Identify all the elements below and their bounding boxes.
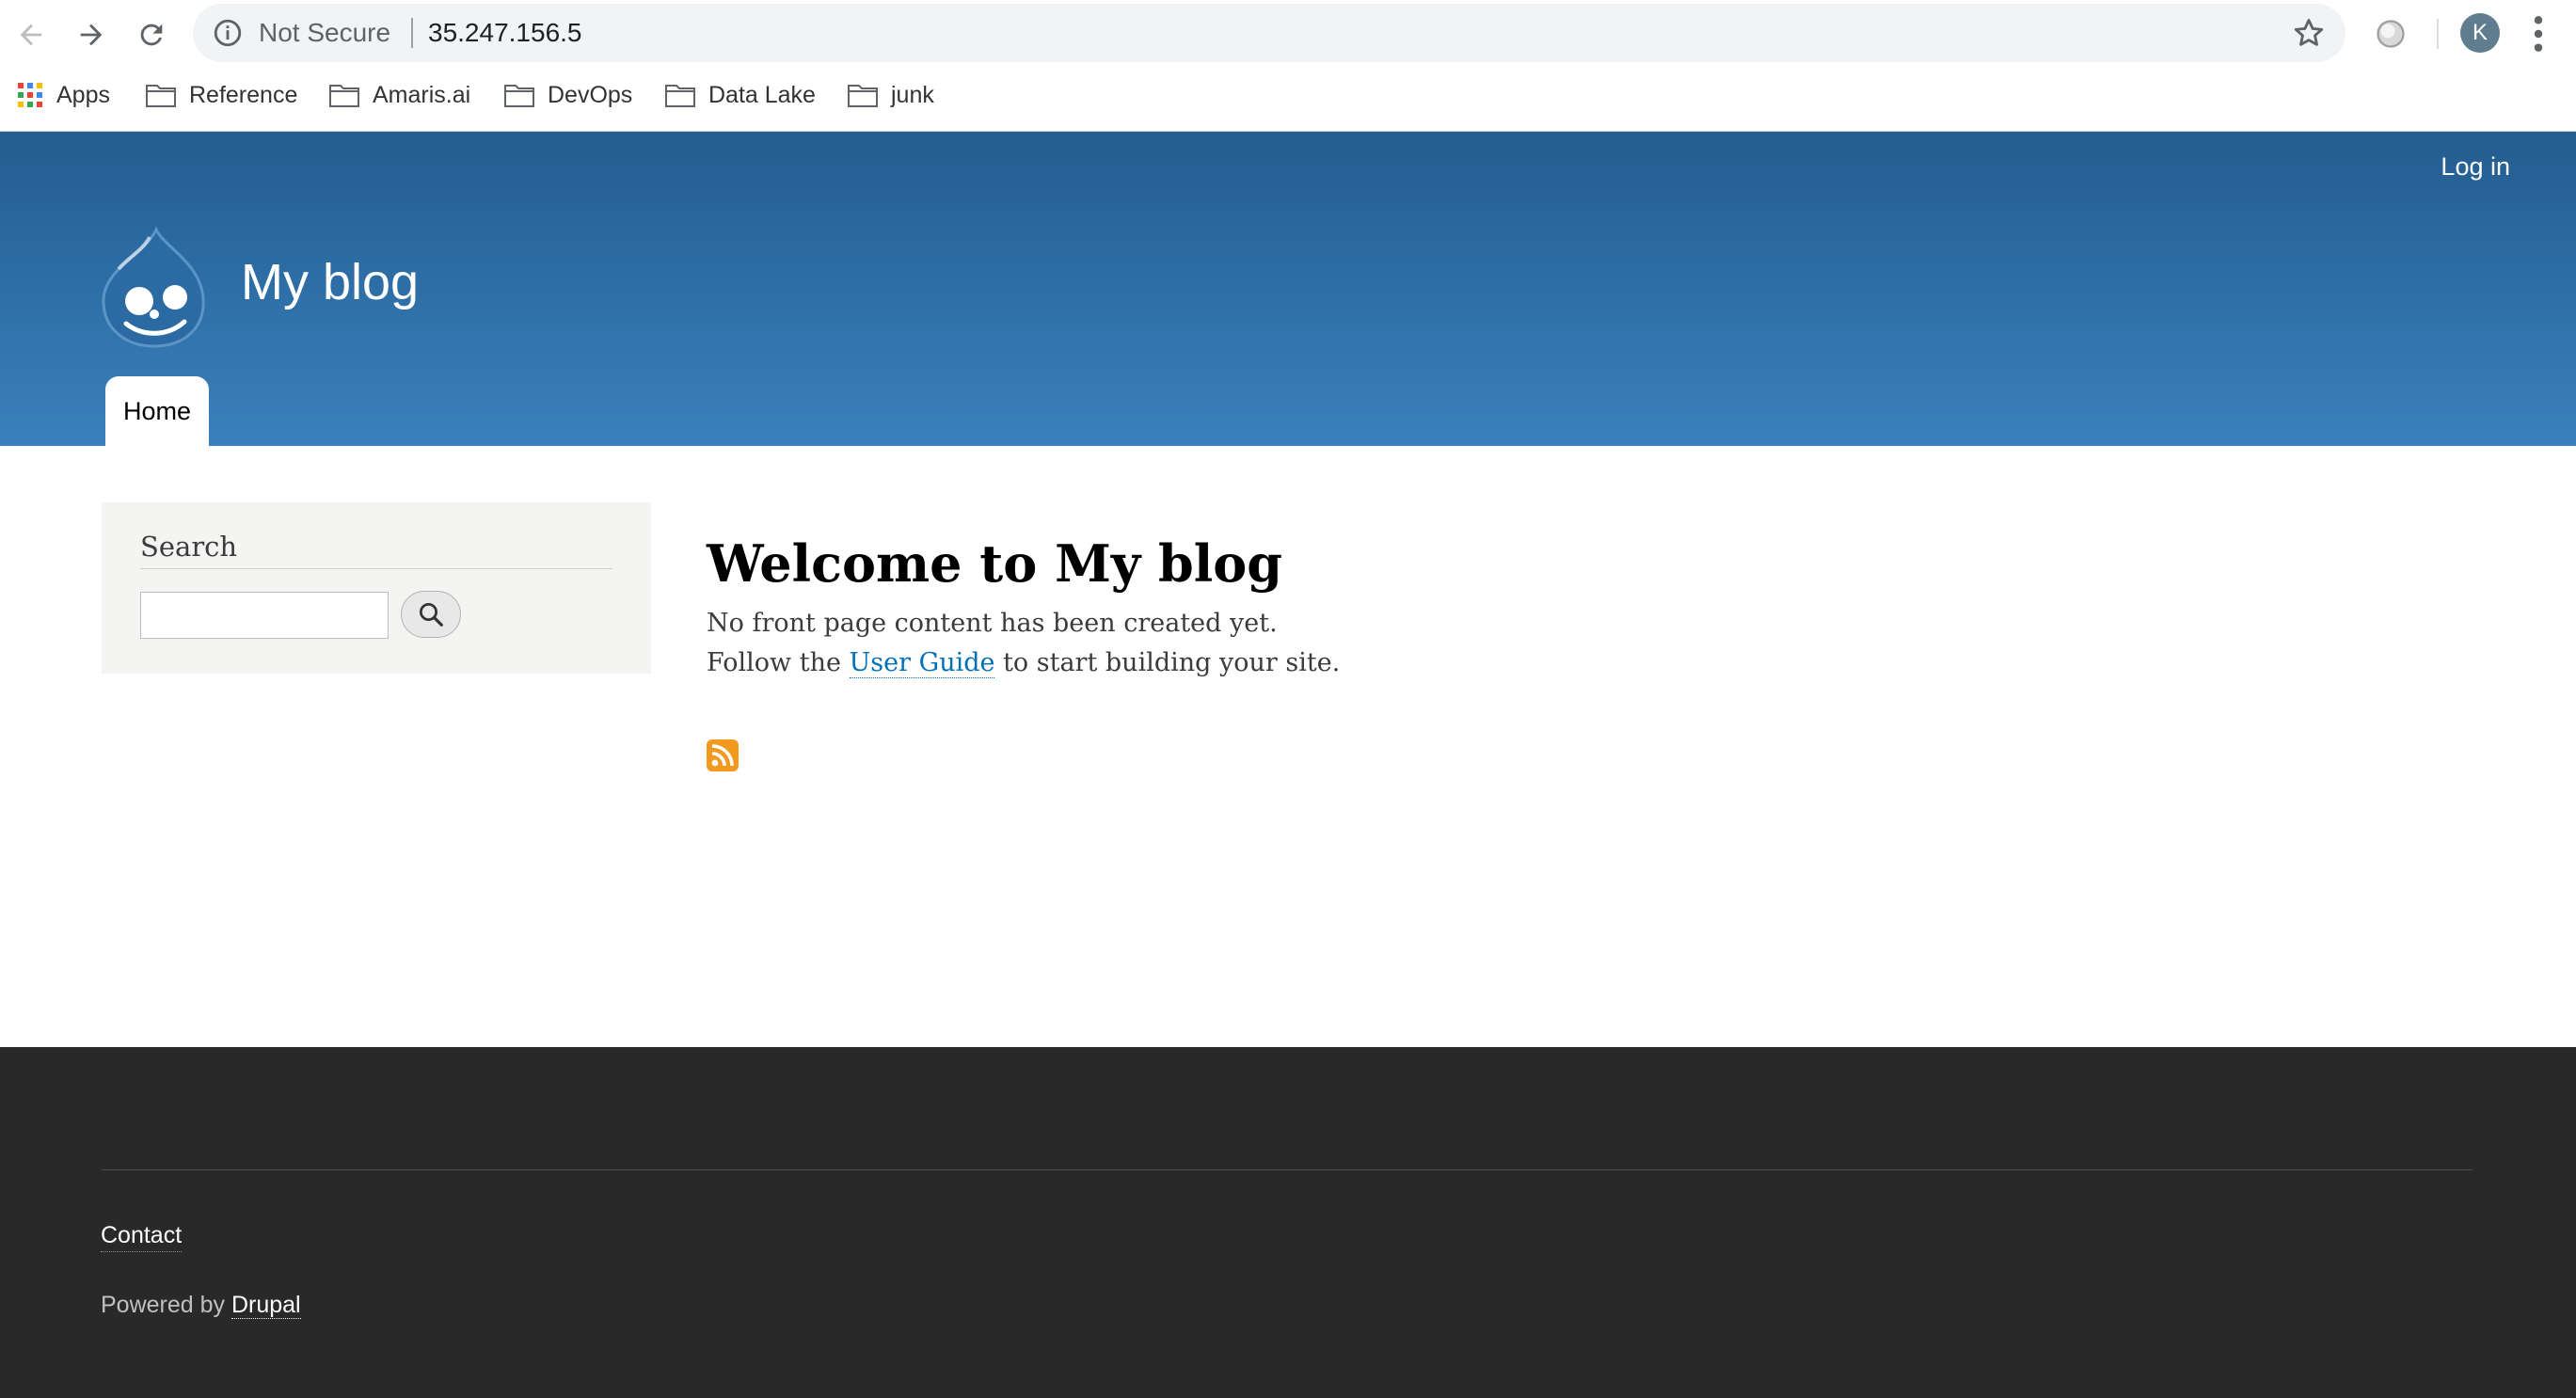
drupal-logo-icon[interactable] bbox=[98, 226, 211, 348]
bookmark-label: junk bbox=[891, 81, 934, 108]
site-footer: Contact Powered by Drupal bbox=[0, 1047, 2576, 1398]
folder-icon bbox=[665, 85, 695, 107]
rss-icon[interactable] bbox=[707, 739, 739, 771]
intro-line-2-prefix: Follow the bbox=[707, 648, 850, 677]
search-icon bbox=[420, 603, 443, 627]
forward-button[interactable] bbox=[70, 13, 113, 56]
bookmark-label: Reference bbox=[189, 81, 298, 108]
footer-divider bbox=[102, 1169, 2473, 1170]
site-name[interactable]: My blog bbox=[241, 252, 419, 312]
search-button[interactable] bbox=[401, 591, 461, 638]
search-input[interactable] bbox=[140, 592, 389, 639]
bookmark-label: DevOps bbox=[548, 81, 633, 108]
bookmark-label: Data Lake bbox=[708, 81, 816, 108]
extension-icon[interactable] bbox=[2374, 17, 2408, 51]
star-icon[interactable] bbox=[2291, 15, 2327, 51]
more-menu-icon[interactable] bbox=[2527, 13, 2550, 55]
drupal-link[interactable]: Drupal bbox=[231, 1292, 301, 1319]
user-guide-link[interactable]: User Guide bbox=[849, 648, 995, 678]
reload-button[interactable] bbox=[130, 13, 173, 56]
page-title: Welcome to My blog bbox=[707, 533, 1283, 594]
security-label[interactable]: Not Secure bbox=[259, 15, 390, 51]
intro-line-1: No front page content has been created y… bbox=[707, 609, 1278, 638]
folder-icon bbox=[504, 85, 534, 107]
bookmark-apps[interactable]: Apps bbox=[17, 73, 110, 117]
browser-chrome: Not Secure 35.247.156.5 K Apps Reference bbox=[0, 0, 2576, 132]
toolbar-divider bbox=[2437, 19, 2439, 49]
bookmark-folder-amaris[interactable]: Amaris.ai bbox=[329, 73, 470, 117]
login-link[interactable]: Log in bbox=[2441, 152, 2510, 182]
profile-avatar[interactable]: K bbox=[2460, 13, 2500, 53]
tab-home[interactable]: Home bbox=[105, 376, 209, 446]
main-content: Welcome to My blog No front page content… bbox=[707, 529, 1340, 683]
site-header: Log in My blog Home bbox=[0, 132, 2576, 446]
reload-icon bbox=[140, 24, 163, 46]
back-button[interactable] bbox=[9, 13, 53, 56]
info-icon[interactable] bbox=[212, 17, 244, 49]
search-block-title: Search bbox=[140, 531, 612, 569]
powered-by-prefix: Powered by bbox=[101, 1292, 231, 1318]
search-block: Search bbox=[102, 502, 651, 674]
bookmark-label: Amaris.ai bbox=[373, 81, 471, 108]
intro-line-2-suffix: to start building your site. bbox=[994, 648, 1341, 677]
folder-icon bbox=[848, 85, 878, 107]
bookmark-folder-devops[interactable]: DevOps bbox=[504, 73, 632, 117]
apps-grid-icon bbox=[18, 83, 42, 107]
bookmark-label: Apps bbox=[56, 81, 110, 108]
intro-text: No front page content has been created y… bbox=[707, 604, 1340, 683]
intro-line-2: Follow the User Guide to start building … bbox=[707, 643, 1340, 683]
bookmark-folder-data-lake[interactable]: Data Lake bbox=[665, 73, 816, 117]
folder-icon bbox=[329, 85, 359, 107]
address-bar[interactable]: Not Secure 35.247.156.5 bbox=[193, 4, 2345, 62]
bookmark-folder-reference[interactable]: Reference bbox=[146, 73, 297, 117]
bookmarks-bar: Apps Reference Amaris.ai DevOps Data Lak… bbox=[0, 73, 2576, 117]
address-divider bbox=[411, 18, 413, 48]
arrow-left-icon bbox=[20, 24, 42, 46]
bookmark-folder-junk[interactable]: junk bbox=[848, 73, 934, 117]
arrow-right-icon bbox=[80, 24, 103, 46]
powered-by: Powered by Drupal bbox=[101, 1292, 301, 1319]
folder-icon bbox=[146, 85, 176, 107]
address-url[interactable]: 35.247.156.5 bbox=[428, 15, 582, 51]
contact-link[interactable]: Contact bbox=[101, 1222, 183, 1252]
